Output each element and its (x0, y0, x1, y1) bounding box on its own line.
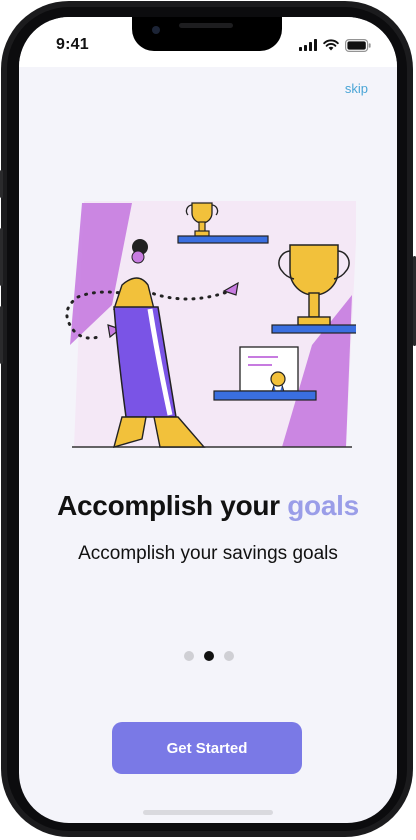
pagination-dots (184, 651, 234, 661)
home-indicator (143, 810, 273, 815)
front-camera (152, 26, 160, 34)
battery-icon (345, 38, 371, 52)
volume-down-button (0, 306, 3, 364)
achievement-illustration (65, 201, 356, 449)
page-dot-3[interactable] (224, 651, 234, 661)
status-icons (299, 38, 371, 52)
mute-switch (0, 170, 3, 198)
skip-link[interactable]: skip (345, 81, 368, 96)
notch (132, 17, 282, 51)
wifi-icon (323, 39, 339, 51)
speaker-grille (179, 23, 233, 28)
status-time: 9:41 (56, 36, 89, 53)
onboarding-subtitle: Accomplish your savings goals (78, 543, 338, 564)
onboarding-title: Accomplish your goals (19, 490, 397, 522)
title-main: Accomplish your (57, 490, 288, 521)
status-bar: 9:41 (19, 17, 397, 67)
page-dot-2-active[interactable] (204, 651, 214, 661)
title-accent: goals (287, 490, 359, 521)
page-dot-1[interactable] (184, 651, 194, 661)
get-started-button[interactable]: Get Started (112, 722, 302, 774)
phone-mockup: 9:41 skip Accomplish your goals Accompli… (0, 0, 416, 840)
volume-up-button (0, 228, 3, 286)
app-screen: 9:41 skip Accomplish your goals Accompli… (19, 17, 397, 823)
cellular-signal-icon (299, 39, 317, 51)
